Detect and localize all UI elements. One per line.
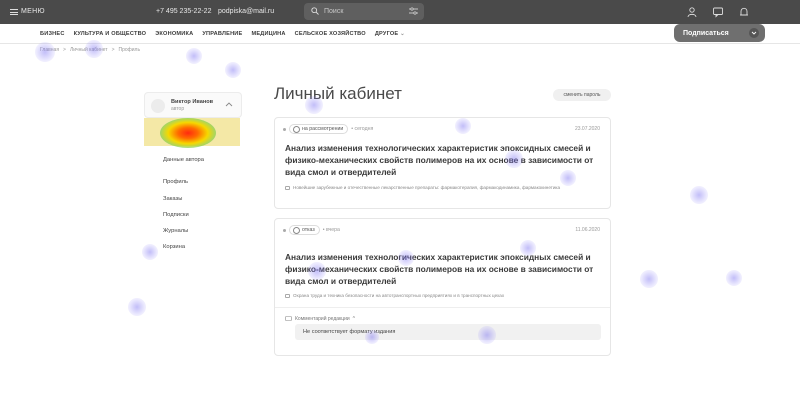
avatar — [151, 99, 165, 113]
category-text: Новейшие зарубежные и отечественные лека… — [293, 185, 561, 190]
menu-button[interactable]: МЕНЮ — [10, 8, 45, 15]
phone-link[interactable]: +7 495 235-22-22 — [156, 8, 211, 15]
page-title: Личный кабинет — [274, 84, 402, 103]
gaze-spot — [308, 262, 326, 280]
card-header: отказ • вчера — [283, 225, 340, 235]
sidebar-item-subscriptions[interactable]: Подписки — [163, 212, 189, 218]
user-icon[interactable] — [686, 6, 698, 18]
sidebar-item-journals[interactable]: Журналы — [163, 228, 188, 234]
gaze-spot — [560, 170, 576, 186]
card-when: • вчера — [322, 227, 340, 233]
category-text: Охрана труда и техника безопасности на а… — [293, 293, 505, 298]
card-header: на рассмотрении • сегодня — [283, 124, 373, 134]
article-title[interactable]: Анализ изменения технологических характе… — [285, 251, 607, 287]
article-title[interactable]: Анализ изменения технологических характе… — [285, 142, 607, 178]
nav-item-agriculture[interactable]: СЕЛЬСКОЕ ХОЗЯЙСТВО — [295, 31, 366, 37]
category-icon — [285, 294, 290, 298]
chevron-up-icon — [225, 102, 233, 107]
subscribe-button[interactable]: Подписаться — [674, 24, 765, 42]
chat-icon[interactable] — [712, 6, 724, 18]
gaze-spot — [478, 326, 496, 344]
article-card[interactable]: отказ • вчера 11.06.2020 Анализ изменени… — [274, 218, 611, 356]
sidebar-item-profile[interactable]: Профиль — [163, 179, 188, 185]
nav-item-medicine[interactable]: МЕДИЦИНА — [251, 31, 285, 37]
breadcrumb-separator: > — [111, 47, 115, 53]
change-password-button[interactable]: сменить пароль — [553, 89, 611, 101]
card-when: • сегодня — [351, 126, 374, 132]
filter-icon[interactable] — [409, 7, 418, 15]
user-name: Виктор Иванов — [171, 99, 214, 105]
gaze-spot — [85, 40, 103, 58]
category-icon — [285, 186, 290, 190]
hamburger-icon — [10, 8, 18, 15]
attention-heat-spot — [160, 118, 216, 148]
editor-comment-toggle[interactable]: Комментарий редакции ^ — [285, 316, 355, 322]
article-category: Охрана труда и техника безопасности на а… — [285, 293, 585, 299]
breadcrumb-profile: Профиль — [118, 47, 141, 53]
card-date: 11.06.2020 — [575, 227, 600, 233]
gaze-spot — [35, 42, 55, 62]
gaze-spot — [186, 48, 202, 64]
status-badge: отказ — [289, 225, 320, 235]
comment-icon — [285, 316, 292, 321]
article-card[interactable]: на рассмотрении • сегодня 23.07.2020 Ана… — [274, 117, 611, 209]
nav-item-culture[interactable]: КУЛЬТУРА И ОБЩЕСТВО — [74, 31, 147, 37]
status-dot — [283, 228, 286, 232]
sidebar-item-orders[interactable]: Заказы — [163, 196, 182, 202]
chevron-down-icon: ⌄ — [400, 31, 406, 37]
search-input[interactable] — [324, 6, 404, 17]
search-box[interactable] — [304, 3, 424, 20]
nav-item-economy[interactable]: ЭКОНОМИКА — [155, 31, 193, 37]
editor-comment: Не соответствует формату издания — [295, 324, 601, 340]
gaze-spot — [398, 250, 414, 266]
sidebar-item-author-data[interactable]: Данные автора — [163, 157, 204, 163]
gaze-spot — [520, 240, 536, 256]
gaze-spot — [455, 118, 471, 134]
user-role: автор — [171, 106, 185, 112]
gaze-spot — [365, 330, 379, 344]
top-bar: МЕНЮ +7 495 235-22-22 podpiska@mail.ru — [0, 0, 800, 24]
gaze-spot — [142, 244, 158, 260]
nav-item-other-label: ДРУГОЕ — [374, 31, 399, 37]
menu-label: МЕНЮ — [21, 8, 45, 15]
nav-item-other[interactable]: ДРУГОЕ ⌄ — [375, 31, 405, 37]
editor-comment-label: Комментарий редакции — [295, 316, 350, 322]
breadcrumb-separator: > — [63, 47, 66, 53]
search-icon — [311, 7, 319, 15]
article-category: Новейшие зарубежные и отечественные лека… — [285, 185, 585, 191]
sidebar-item-cart[interactable]: Корзина — [163, 244, 185, 250]
bell-icon[interactable] — [738, 6, 750, 18]
gaze-spot — [225, 62, 241, 78]
gaze-spot — [505, 150, 523, 168]
card-date: 23.07.2020 — [574, 126, 600, 132]
status-badge: на рассмотрении — [289, 124, 349, 134]
email-link[interactable]: podpiska@mail.ru — [218, 8, 274, 15]
gaze-spot — [690, 186, 708, 204]
nav-item-management[interactable]: УПРАВЛЕНИЕ — [202, 31, 242, 37]
user-dropdown[interactable]: Виктор Иванов автор — [144, 92, 242, 118]
status-dot — [283, 127, 286, 131]
chevron-down-icon — [749, 28, 759, 38]
top-icons — [686, 6, 750, 18]
gaze-spot — [726, 270, 742, 286]
chevron-up-icon: ^ — [352, 316, 356, 322]
nav-item-business[interactable]: БИЗНЕС — [40, 31, 65, 37]
divider — [275, 307, 610, 308]
gaze-spot — [128, 298, 146, 316]
subscribe-label: Подписаться — [683, 29, 729, 37]
gaze-spot — [640, 270, 658, 288]
gaze-spot — [305, 96, 323, 114]
